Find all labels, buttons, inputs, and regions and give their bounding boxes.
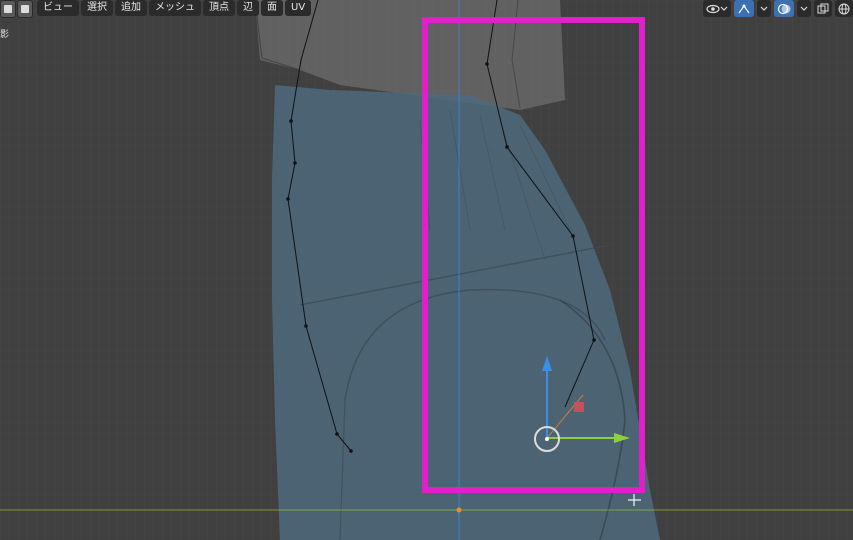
gizmo-plane-handle [574,402,584,412]
eye-icon [706,4,720,13]
shading-wireframe-button[interactable] [835,0,853,17]
xray-icon [817,3,829,13]
viewport-menu: ビュー 選択 追加 メッシュ 頂点 辺 面 UV [37,0,312,16]
menu-select[interactable]: 選択 [81,0,113,16]
wireframe-sphere-icon [838,3,850,14]
menu-view[interactable]: ビュー [37,0,79,16]
gizmo-dropdown[interactable] [757,0,771,17]
menu-mesh[interactable]: メッシュ [149,0,201,16]
menu-vertex[interactable]: 頂点 [203,0,235,16]
overlay-icon [777,3,791,14]
visibility-dropdown[interactable] [703,0,731,17]
viewport-header: ビュー 選択 追加 メッシュ 頂点 辺 面 UV 影 [0,0,853,40]
xray-toggle[interactable] [814,0,832,17]
viewport-right-tools [703,0,853,17]
select-mode-buttons [0,0,34,18]
overlay-dropdown[interactable] [797,0,811,17]
menu-face[interactable]: 面 [261,0,283,16]
side-label: 影 [0,30,10,40]
overlay-toggle[interactable] [774,0,794,17]
menu-add[interactable]: 追加 [115,0,147,16]
viewport-canvas[interactable] [0,0,853,540]
chevron-down-icon [800,6,808,11]
select-mode-vertex-button[interactable] [0,0,16,18]
3d-cursor-origin [456,507,462,513]
chevron-down-icon [720,6,728,11]
3d-viewport[interactable]: ビュー 選択 追加 メッシュ 頂点 辺 面 UV 影 [0,0,853,540]
chevron-down-icon [760,6,768,11]
menu-edge[interactable]: 辺 [237,0,259,16]
menu-uv[interactable]: UV [285,0,312,16]
gizmo-icon [738,4,750,13]
gizmo-toggle[interactable] [734,0,754,17]
select-mode-face-button[interactable] [17,0,33,18]
